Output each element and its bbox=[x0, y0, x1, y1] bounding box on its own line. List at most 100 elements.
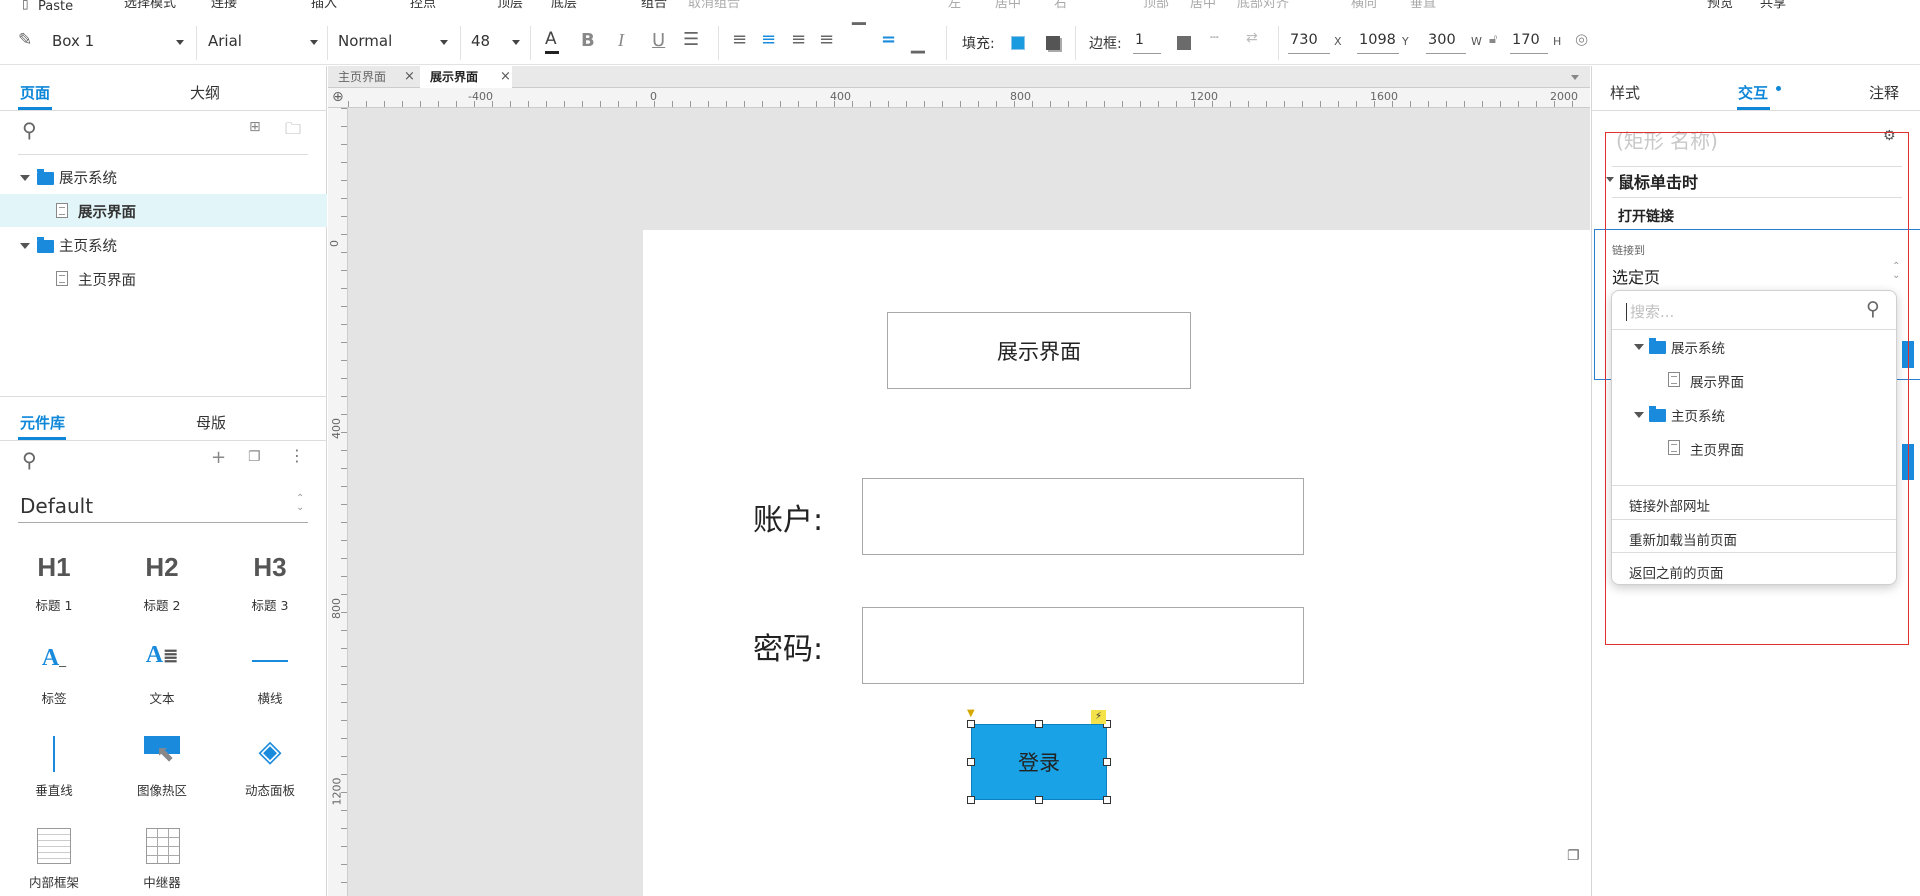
hline-icon[interactable] bbox=[252, 660, 288, 662]
menu-item-group[interactable]: 组合 bbox=[641, 0, 667, 11]
more-options-icon[interactable]: ⋮ bbox=[289, 446, 305, 465]
crosshair-icon[interactable]: ⊕ bbox=[332, 89, 344, 105]
tab-notes[interactable]: 注释 bbox=[1869, 82, 1899, 103]
resize-handle[interactable] bbox=[967, 758, 975, 766]
close-icon[interactable]: × bbox=[500, 66, 511, 88]
dynamic-panel-icon[interactable]: ◈ bbox=[216, 734, 324, 769]
repeater-icon[interactable] bbox=[146, 828, 180, 864]
menu-item-align-top[interactable]: 顶部 bbox=[1143, 0, 1169, 11]
close-icon[interactable]: × bbox=[404, 66, 415, 88]
arrow-style-icon[interactable]: ⇄ bbox=[1246, 30, 1258, 46]
menu-item-connect[interactable]: 连接 bbox=[211, 0, 237, 11]
login-button[interactable]: 登录 bbox=[971, 724, 1107, 800]
border-width-input[interactable]: 1 bbox=[1135, 32, 1144, 48]
menu-item-align-middle[interactable]: 居中 bbox=[1190, 0, 1216, 11]
menu-item-align-center[interactable]: 居中 bbox=[995, 0, 1021, 11]
collapse-icon[interactable] bbox=[1634, 344, 1644, 350]
chevron-down-icon[interactable] bbox=[512, 40, 520, 45]
doc-tab-active[interactable]: 展示界面 bbox=[420, 66, 512, 88]
rotation-marker-icon[interactable]: ▼ bbox=[967, 708, 975, 719]
tab-pages[interactable]: 页面 bbox=[20, 82, 50, 103]
font-color-icon[interactable]: A bbox=[545, 29, 557, 49]
page-tree-item[interactable]: 展示界面 bbox=[78, 201, 136, 222]
add-page-icon[interactable]: ⊞ bbox=[249, 119, 261, 135]
chevron-down-icon[interactable] bbox=[176, 40, 184, 45]
menu-item-preview[interactable]: 预览 bbox=[1707, 0, 1733, 11]
search-icon[interactable]: ⚲ bbox=[1866, 298, 1880, 320]
h2-icon[interactable]: H2 bbox=[108, 552, 216, 583]
lock-icon[interactable]: 🔓︎ bbox=[1489, 32, 1497, 47]
option-reload-page[interactable]: 重新加载当前页面 bbox=[1629, 529, 1737, 549]
menu-item-select-mode[interactable]: 选择模式 bbox=[124, 0, 176, 11]
h3-icon[interactable]: H3 bbox=[216, 552, 324, 583]
resize-handle[interactable] bbox=[1035, 720, 1043, 728]
option-go-back[interactable]: 返回之前的页面 bbox=[1629, 562, 1724, 582]
popup-search-input[interactable]: 搜索... ⚲ bbox=[1622, 297, 1888, 325]
menu-item-align-left[interactable]: 左 bbox=[948, 0, 961, 11]
resize-handle[interactable] bbox=[1103, 758, 1111, 766]
menu-item-align-right[interactable]: 右 bbox=[1054, 0, 1067, 11]
popup-tree-folder[interactable]: 主页系统 bbox=[1671, 405, 1725, 425]
valign-top-icon[interactable]: ▔ bbox=[852, 23, 866, 44]
collapse-icon[interactable] bbox=[20, 175, 30, 181]
chevron-down-icon[interactable] bbox=[440, 40, 448, 45]
resize-handle[interactable] bbox=[967, 796, 975, 804]
valign-bottom-icon[interactable]: ▁ bbox=[911, 33, 925, 54]
menu-item-vertical[interactable]: 垂直 bbox=[1410, 0, 1436, 11]
popup-tree-folder[interactable]: 展示系统 bbox=[1671, 337, 1725, 357]
font-size-select[interactable]: 48 bbox=[471, 32, 490, 50]
justify-icon[interactable]: ≡ bbox=[819, 29, 834, 50]
menu-item-insert[interactable]: 插入 bbox=[311, 0, 337, 11]
shape-name-field[interactable]: Box 1 bbox=[52, 32, 94, 50]
canvas-area[interactable]: 主页界面 × 展示界面 × ⊕ -400 0 400 800 1200 1600… bbox=[328, 66, 1590, 896]
paste-button[interactable]: Paste bbox=[38, 0, 73, 14]
align-right-icon[interactable]: ≡ bbox=[791, 29, 806, 50]
bullet-list-icon[interactable]: ☰ bbox=[683, 29, 699, 50]
eye-icon[interactable]: ◎ bbox=[1575, 30, 1588, 48]
chevron-down-icon[interactable] bbox=[1571, 75, 1579, 80]
popup-tree-page[interactable]: 主页界面 bbox=[1690, 439, 1744, 459]
collapse-icon[interactable] bbox=[1634, 412, 1644, 418]
resize-handle[interactable] bbox=[1035, 796, 1043, 804]
library-copy-icon[interactable]: ❐ bbox=[248, 449, 261, 465]
title-box[interactable]: 展示界面 bbox=[887, 312, 1191, 389]
fit-view-icon[interactable]: ❐ bbox=[1567, 848, 1580, 864]
border-color-swatch[interactable] bbox=[1177, 36, 1191, 50]
link-target-dropdown[interactable]: 搜索... ⚲ 展示系统 展示界面 主页系统 主页界面 链接外部网址 重新加载当… bbox=[1611, 290, 1897, 585]
italic-icon[interactable]: I bbox=[618, 30, 624, 51]
add-folder-icon[interactable]: 🗀︎ bbox=[285, 118, 301, 145]
font-style-select[interactable]: Normal bbox=[338, 32, 392, 50]
popup-tree-page[interactable]: 展示界面 bbox=[1690, 371, 1744, 391]
menu-item-bottom[interactable]: 底层 bbox=[551, 0, 577, 11]
vline-icon[interactable] bbox=[53, 736, 55, 772]
x-input[interactable]: 730 bbox=[1290, 32, 1318, 48]
h1-icon[interactable]: H1 bbox=[0, 552, 108, 583]
page-tree-item[interactable]: 主页界面 bbox=[78, 269, 136, 290]
page-tree-folder[interactable]: 展示系统 bbox=[59, 167, 117, 188]
border-style-icon[interactable]: ┄ bbox=[1210, 30, 1218, 46]
align-left-icon[interactable]: ≡ bbox=[732, 29, 747, 50]
align-center-icon[interactable]: ≡ bbox=[761, 29, 776, 50]
menu-item-ungroup[interactable]: 取消组合 bbox=[688, 0, 740, 11]
clipboard-icon[interactable]: ▯ bbox=[22, 0, 29, 11]
tab-interaction[interactable]: 交互 bbox=[1738, 82, 1768, 103]
y-input[interactable]: 1098 bbox=[1359, 32, 1396, 48]
text-icon[interactable]: A≣ bbox=[108, 642, 216, 669]
library-select[interactable]: Default bbox=[20, 494, 93, 518]
page-tree-item-selected[interactable] bbox=[0, 194, 327, 227]
page-canvas[interactable]: 展示界面 账户: 密码: 登录 ▼ ⚡ bbox=[643, 230, 1590, 896]
chevron-down-icon[interactable] bbox=[310, 40, 318, 45]
option-external-url[interactable]: 链接外部网址 bbox=[1629, 495, 1710, 515]
collapse-icon[interactable] bbox=[20, 243, 30, 249]
tab-style[interactable]: 样式 bbox=[1610, 82, 1640, 103]
label-icon[interactable]: A_ bbox=[0, 645, 108, 672]
menu-item-horizontal[interactable]: 横向 bbox=[1351, 0, 1377, 11]
inline-frame-icon[interactable] bbox=[37, 828, 71, 864]
page-tree-folder[interactable]: 主页系统 bbox=[59, 235, 117, 256]
width-input[interactable]: 300 bbox=[1428, 32, 1456, 48]
height-input[interactable]: 170 bbox=[1512, 32, 1540, 48]
tab-outline[interactable]: 大纲 bbox=[190, 82, 220, 103]
menu-item-top[interactable]: 顶层 bbox=[497, 0, 523, 11]
fill-color-swatch[interactable] bbox=[1011, 36, 1025, 50]
select-arrows-icon[interactable]: ⌃ ⌄ bbox=[296, 494, 304, 513]
